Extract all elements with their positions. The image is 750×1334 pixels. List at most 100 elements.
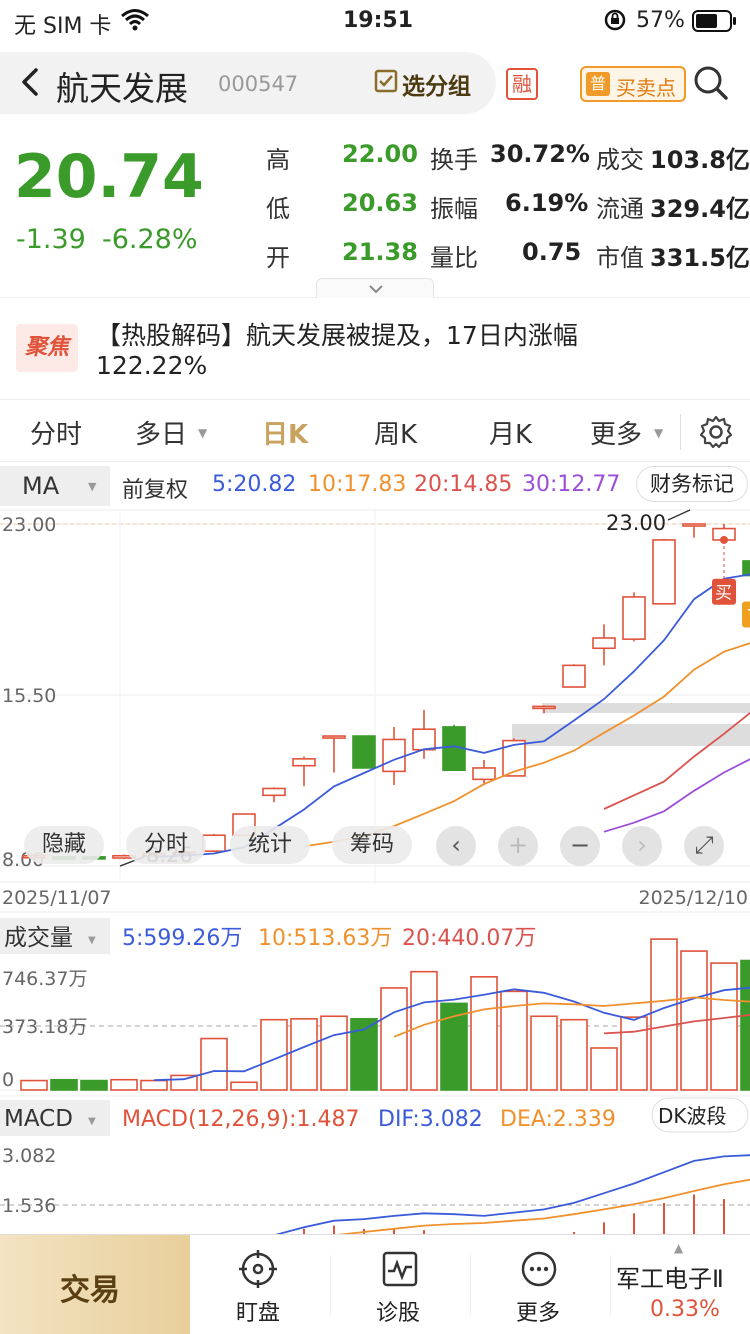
indicator-select[interactable]: MA ▼ [0,466,110,506]
hide-button[interactable]: 隐藏 [24,826,104,864]
bottom-toolbar: 交易 盯盘 诊股 更多 ▲ 军工电子Ⅱ 0.33% [0,1234,750,1334]
tab-intraday[interactable]: 分时 [30,414,82,451]
candle [742,560,750,577]
tab-weekly-k[interactable]: 周K [374,414,417,451]
volume-ratio-value: 0.75 [522,238,582,266]
zoom-in-icon[interactable]: + [498,826,538,866]
candle [682,523,706,527]
macd-title: MACD [4,1106,73,1132]
volume-bar [380,987,408,1091]
expand-quote-button[interactable] [316,278,434,298]
period-tabs: 分时 多日 ▼ 日K 周K 月K 更多 ▼ [0,402,750,462]
ma5-value: 5:20.82 [212,472,297,497]
buy-sell-point-button[interactable]: 普 买卖点 [580,66,686,102]
high-annotation: 23.00 [606,511,666,535]
financial-mark-button[interactable]: 财务标记 [636,466,748,502]
news-headline-cont: 122.22% [96,351,208,380]
dropdown-icon: ▼ [88,935,96,946]
volume-ratio-label: 量比 [430,244,478,272]
more-label[interactable]: 更多 [516,1295,560,1327]
volume-bar [20,1079,48,1091]
back-icon[interactable] [14,62,44,106]
watch-label[interactable]: 盯盘 [236,1295,280,1327]
news-banner[interactable]: 聚焦 【热股解码】航天发展被提及，17日内涨幅 122.22% [0,298,750,400]
high-value: 22.00 [342,140,418,168]
volume-bar [80,1079,108,1091]
volume-ma20-value: 20:440.07万 [402,926,536,951]
price-change: -1.39 [16,224,86,255]
volume-bar [620,1016,648,1091]
buy-marker-dot [720,535,728,544]
volume-ma5-value: 5:599.26万 [122,926,242,951]
volume-bar [140,1079,168,1091]
gear-icon[interactable] [698,414,734,454]
low-value: 20.63 [342,189,418,217]
zoom-out-icon[interactable]: − [560,826,600,866]
more-icon[interactable] [519,1249,559,1293]
trade-label: 交易 [60,1273,120,1308]
volume-bar [290,1018,318,1091]
price-change-pct: -6.28% [102,224,198,255]
low-label: 低 [266,195,290,223]
sector-name[interactable]: 军工电子Ⅱ [616,1259,724,1294]
search-icon[interactable] [692,64,730,106]
amplitude-value: 6.19% [505,189,589,217]
ma10-value: 10:17.83 [308,472,407,497]
y-tick-label: 23.00 [2,514,56,536]
diagnosis-label[interactable]: 诊股 [376,1295,420,1327]
candle [292,758,316,767]
volume-bar [530,1015,558,1091]
volume-bar [710,962,738,1091]
target-icon[interactable] [238,1249,278,1293]
divider [470,1255,471,1315]
turnover-label: 换手 [430,146,478,174]
intraday-overlay-button[interactable]: 分时 [126,826,206,864]
volume-bar [590,1047,618,1091]
group-select-button[interactable]: 选分组 [402,67,471,101]
stock-name: 航天发展 [56,69,188,108]
open-value: 21.38 [342,238,418,266]
ma-indicator-bar: MA ▼ 前复权 5:20.82 10:17.83 20:14.85 30:12… [0,462,750,510]
sector-change: 0.33% [650,1297,720,1322]
volume-ma10-value: 10:513.63万 [258,926,392,951]
news-headline: 【热股解码】航天发展被提及，17日内涨幅 [96,321,578,350]
scroll-right-icon[interactable]: › [622,826,662,866]
stock-code: 000547 [218,72,299,96]
battery-percent: 57% [636,8,685,33]
ma20-value: 20:14.85 [414,472,513,497]
volume-bar [200,1037,228,1091]
tab-divider [680,414,681,450]
amount-label: 成交 [596,146,644,174]
tab-monthly-k[interactable]: 月K [489,414,532,451]
volume-bar [650,938,678,1091]
scroll-left-icon[interactable]: ‹ [436,826,476,866]
candle [532,705,556,710]
fullscreen-icon[interactable]: ⤢ [684,826,724,866]
trade-button[interactable]: 交易 [0,1235,190,1334]
volume-bar [320,1015,348,1091]
tab-more[interactable]: 更多 [590,414,642,451]
high-label: 高 [266,146,290,174]
buy-sell-label: 买卖点 [616,76,676,100]
buy-marker-label: 买 [715,584,732,604]
diagnosis-icon[interactable] [380,1249,420,1293]
rotation-lock-icon [604,9,626,37]
candle [202,834,226,852]
tab-daily-k[interactable]: 日K [262,414,308,451]
margin-badge[interactable]: 融 [506,68,538,100]
stock-header: 航天发展 000547 选分组 融 普 买卖点 [0,44,750,122]
y-tick-label: 0 [2,1069,14,1091]
chip-distribution-button[interactable]: 筹码 [332,826,412,864]
volume-title: 成交量 [4,925,73,951]
candle [592,637,616,650]
tab-multiday[interactable]: 多日 [135,414,187,451]
candle [352,735,376,769]
x-start-label: 2025/11/07 [2,887,112,909]
candle [562,664,586,688]
ma30-value: 30:12.77 [522,472,621,497]
carrier-label: 无 SIM 卡 [14,14,112,39]
statistics-button[interactable]: 统计 [230,826,310,864]
ma30-line [603,758,750,833]
indicator-label: MA [22,472,60,500]
wifi-icon [120,7,150,37]
